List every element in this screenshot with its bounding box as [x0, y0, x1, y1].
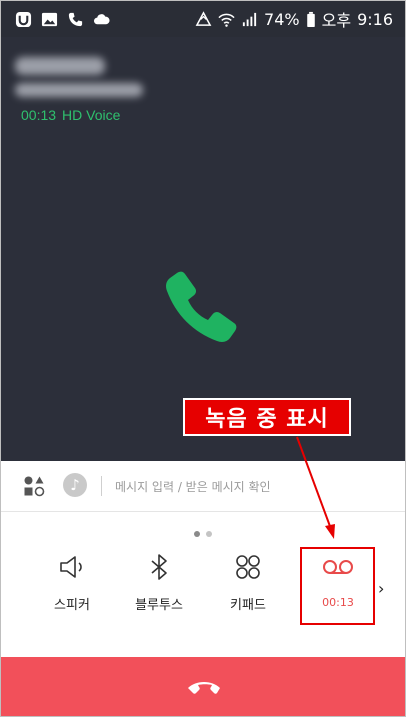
page-indicator [194, 531, 212, 537]
call-duration: 00:13 [21, 107, 57, 123]
call-notification-icon [67, 11, 84, 28]
keypad-button[interactable]: 키패드 [213, 552, 283, 613]
app-u-icon [15, 11, 32, 28]
keypad-icon [236, 555, 260, 579]
system-icons: 74% 오후 9:16 [195, 9, 393, 30]
keypad-label: 키패드 [230, 598, 266, 613]
bluetooth-label: 블루투스 [135, 598, 183, 613]
page-dot [206, 531, 212, 537]
speaker-label: 스피커 [54, 598, 90, 613]
cloud-icon [93, 11, 110, 28]
clock-time: 9:16 [357, 9, 393, 29]
wifi-icon [218, 11, 235, 28]
divider [101, 476, 102, 496]
music-note-icon[interactable]: ♪ [63, 473, 87, 497]
gallery-icon [41, 11, 58, 28]
voice-quality: HD Voice [62, 107, 121, 123]
status-bar: 74% 오후 9:16 [1, 1, 405, 37]
shapes-icon[interactable] [23, 475, 45, 497]
speaker-icon [60, 556, 82, 578]
battery-percent: 74% [264, 9, 300, 29]
battery-icon [306, 11, 316, 28]
bluetooth-button[interactable]: 블루투스 [124, 552, 194, 613]
page-dot-active [194, 531, 200, 537]
message-input[interactable]: 메시지 입력 / 받은 메시지 확인 [115, 478, 271, 495]
end-call-button[interactable] [1, 657, 405, 716]
notification-icons [15, 10, 110, 28]
data-saver-icon [195, 10, 212, 28]
end-call-icon [188, 682, 220, 694]
annotation-highlight-box [300, 547, 375, 625]
phone-handset-icon [163, 267, 243, 347]
call-status: 00:13 HD Voice [21, 107, 120, 123]
call-controls: 스피커 블루투스 키패드 00:13 › [1, 512, 405, 657]
speaker-button[interactable]: 스피커 [37, 552, 107, 613]
blurred-caller-number [15, 83, 143, 97]
blurred-caller-name [15, 57, 105, 75]
recording-annotation-label: 녹음 중 표시 [183, 398, 351, 436]
phone-screen: 74% 오후 9:16 00:13 HD Voice ♪ 메시지 입력 / 받은… [0, 0, 406, 717]
bluetooth-icon [151, 554, 167, 580]
chevron-right-icon[interactable]: › [378, 579, 384, 598]
signal-icon [241, 11, 258, 28]
message-bar: ♪ 메시지 입력 / 받은 메시지 확인 [1, 461, 405, 512]
clock-ampm: 오후 [321, 11, 352, 30]
